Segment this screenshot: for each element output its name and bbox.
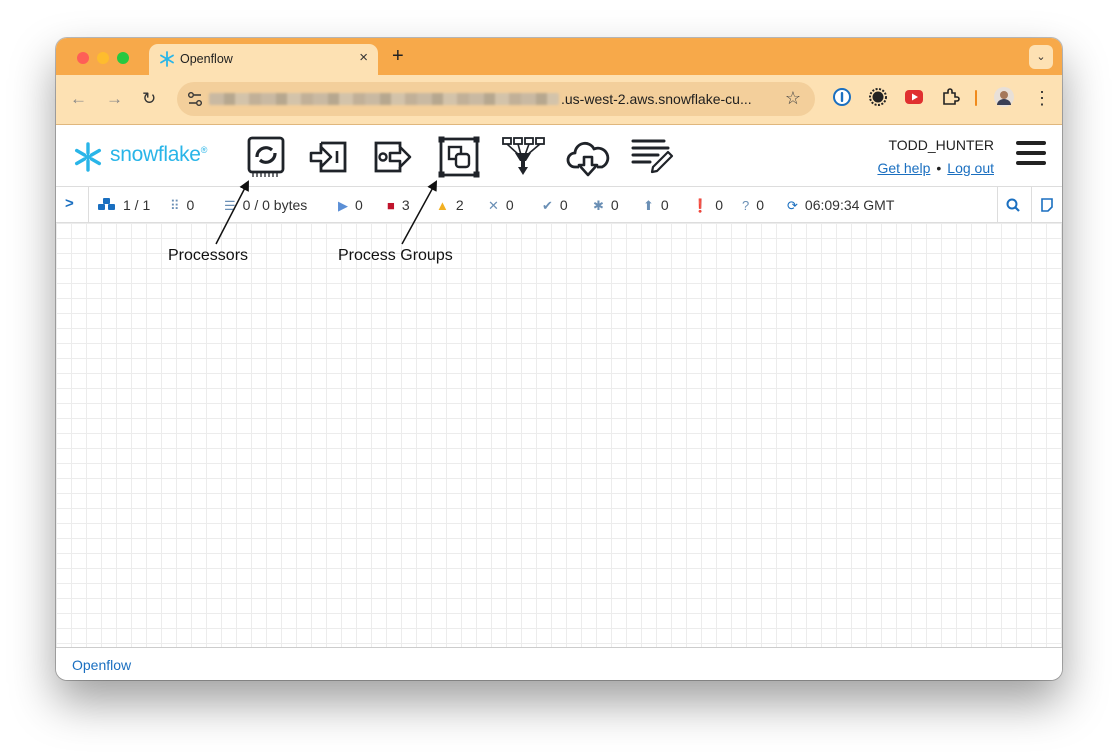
extensions-puzzle-icon[interactable]: [940, 87, 960, 107]
password-manager-extension-icon[interactable]: [832, 87, 852, 107]
asterisk-icon: ✱: [593, 198, 604, 213]
input-port-icon[interactable]: [307, 135, 351, 179]
running-play-icon: ▶: [338, 198, 348, 213]
transmitting-value: 0: [186, 197, 195, 213]
footer: Openflow: [56, 647, 1062, 680]
status-sync-failure: ? 0: [742, 197, 764, 213]
invalid-value: 2: [455, 197, 464, 213]
status-invalid: ▲ 2: [436, 197, 464, 213]
status-stopped: ■ 3: [387, 197, 410, 213]
queue-list-icon: ☰: [224, 198, 236, 213]
tab-title: Openflow: [180, 52, 233, 66]
refresh-icon[interactable]: ⟳: [787, 198, 798, 214]
transmitting-grid-icon: ⠿: [170, 198, 180, 213]
output-port-icon[interactable]: [372, 135, 416, 179]
process-group-icon[interactable]: [437, 135, 481, 179]
status-divider: [997, 187, 998, 223]
snowflake-favicon-icon: [160, 51, 174, 67]
warning-triangle-icon: ▲: [436, 198, 449, 213]
status-stale: ⬆ 0: [643, 197, 669, 214]
queued-value: 0 / 0 bytes: [242, 197, 308, 213]
stopped-value: 3: [401, 197, 410, 213]
errors-value: 0: [715, 197, 723, 213]
separator-dot: •: [936, 160, 942, 176]
reload-icon[interactable]: ↻: [142, 89, 156, 109]
new-tab-button[interactable]: +: [392, 45, 404, 68]
log-out-link[interactable]: Log out: [947, 160, 994, 176]
snowflake-logo-icon: [74, 142, 101, 172]
locally-modified-value: 0: [610, 197, 619, 213]
toolbar-divider: [975, 90, 977, 106]
status-running: ▶ 0: [338, 197, 363, 214]
close-window-button[interactable]: [77, 52, 89, 64]
annotation-processors: Processors: [168, 247, 249, 264]
tab-close-icon[interactable]: ×: [359, 49, 368, 66]
process-groups-value: 1 / 1: [123, 197, 151, 213]
tab-strip: Openflow × + ⌄: [56, 38, 1062, 75]
logo-reg-mark: ®: [200, 145, 208, 155]
expand-chevron-icon[interactable]: >: [65, 195, 74, 212]
hamburger-menu-icon[interactable]: [1016, 141, 1046, 171]
up-to-date-value: 0: [559, 197, 568, 213]
cubes-icon: [98, 198, 115, 210]
address-bar[interactable]: .us-west-2.aws.snowflake-cu... ☆: [177, 82, 815, 116]
status-disabled: ✕ 0: [488, 197, 514, 214]
browser-tab[interactable]: Openflow ×: [149, 44, 378, 75]
logo-text: snowflake: [110, 143, 201, 166]
question-icon: ?: [742, 198, 750, 213]
status-last-refreshed: ⟳ 06:09:34 GMT: [787, 197, 894, 214]
bookmark-star-icon[interactable]: ☆: [785, 88, 801, 109]
browser-menu-icon[interactable]: ⋮: [1033, 88, 1051, 109]
exclamation-circle-icon: ❗: [692, 198, 709, 213]
redacted-url-part: [209, 93, 559, 105]
flow-canvas[interactable]: Processors Process Groups: [56, 223, 1062, 647]
minimize-window-button[interactable]: [97, 52, 109, 64]
profile-avatar[interactable]: [994, 87, 1014, 107]
forward-icon[interactable]: →: [106, 89, 123, 109]
status-transmitting: ⠿ 0: [170, 197, 194, 214]
search-icon[interactable]: [1006, 198, 1020, 212]
header-links: Get help • Log out: [877, 160, 994, 176]
status-locally-modified: ✱ 0: [593, 197, 619, 214]
maximize-window-button[interactable]: [117, 52, 129, 64]
status-queued: ☰ 0 / 0 bytes: [224, 197, 307, 214]
back-icon[interactable]: ←: [70, 89, 87, 109]
funnel-cloud-icon[interactable]: [566, 135, 610, 179]
status-process-groups: 1 / 1: [98, 197, 150, 213]
status-up-to-date: ✔ 0: [542, 197, 568, 214]
browser-toolbar: ← → ↻ .us-west-2.aws.snowflake-cu... ☆ ⋮: [56, 75, 1062, 125]
flow-analysis-icon[interactable]: [1040, 198, 1054, 212]
last-refreshed-value: 06:09:34 GMT: [804, 197, 895, 213]
disabled-icon: ✕: [488, 198, 499, 213]
annotation-process-groups: Process Groups: [338, 247, 453, 264]
get-help-link[interactable]: Get help: [877, 160, 930, 176]
video-extension-icon[interactable]: [904, 87, 924, 107]
sun-extension-icon[interactable]: [868, 87, 888, 107]
url-text: .us-west-2.aws.snowflake-cu...: [561, 91, 752, 107]
label-icon[interactable]: [630, 135, 674, 179]
arrow-up-circle-icon: ⬆: [643, 198, 654, 213]
breadcrumb-openflow[interactable]: Openflow: [72, 657, 131, 673]
app-header: snowflake® TODD_HUNTER Get help • Log ou…: [56, 125, 1062, 186]
stale-value: 0: [660, 197, 669, 213]
processor-icon[interactable]: [244, 135, 288, 179]
status-errors: ❗ 0: [692, 197, 723, 214]
tab-search-button[interactable]: ⌄: [1029, 45, 1053, 69]
running-value: 0: [355, 197, 363, 213]
status-bar: > 1 / 1 ⠿ 0 ☰ 0 / 0 bytes ▶ 0 ■ 3 ▲ 2 ✕ 0 ✔ 0 ✱…: [56, 186, 1062, 223]
remote-process-group-icon[interactable]: [501, 135, 545, 179]
sync-failure-value: 0: [756, 197, 765, 213]
check-icon: ✔: [542, 198, 553, 213]
snowflake-wordmark: snowflake®: [110, 143, 207, 167]
browser-window: Openflow × + ⌄ ← → ↻ .us-west-2.aws.snow…: [56, 38, 1062, 680]
stopped-square-icon: ■: [387, 198, 395, 213]
site-info-icon[interactable]: [185, 89, 205, 109]
status-divider: [1031, 187, 1032, 223]
disabled-value: 0: [505, 197, 514, 213]
username: TODD_HUNTER: [888, 137, 994, 153]
status-divider: [88, 187, 89, 223]
